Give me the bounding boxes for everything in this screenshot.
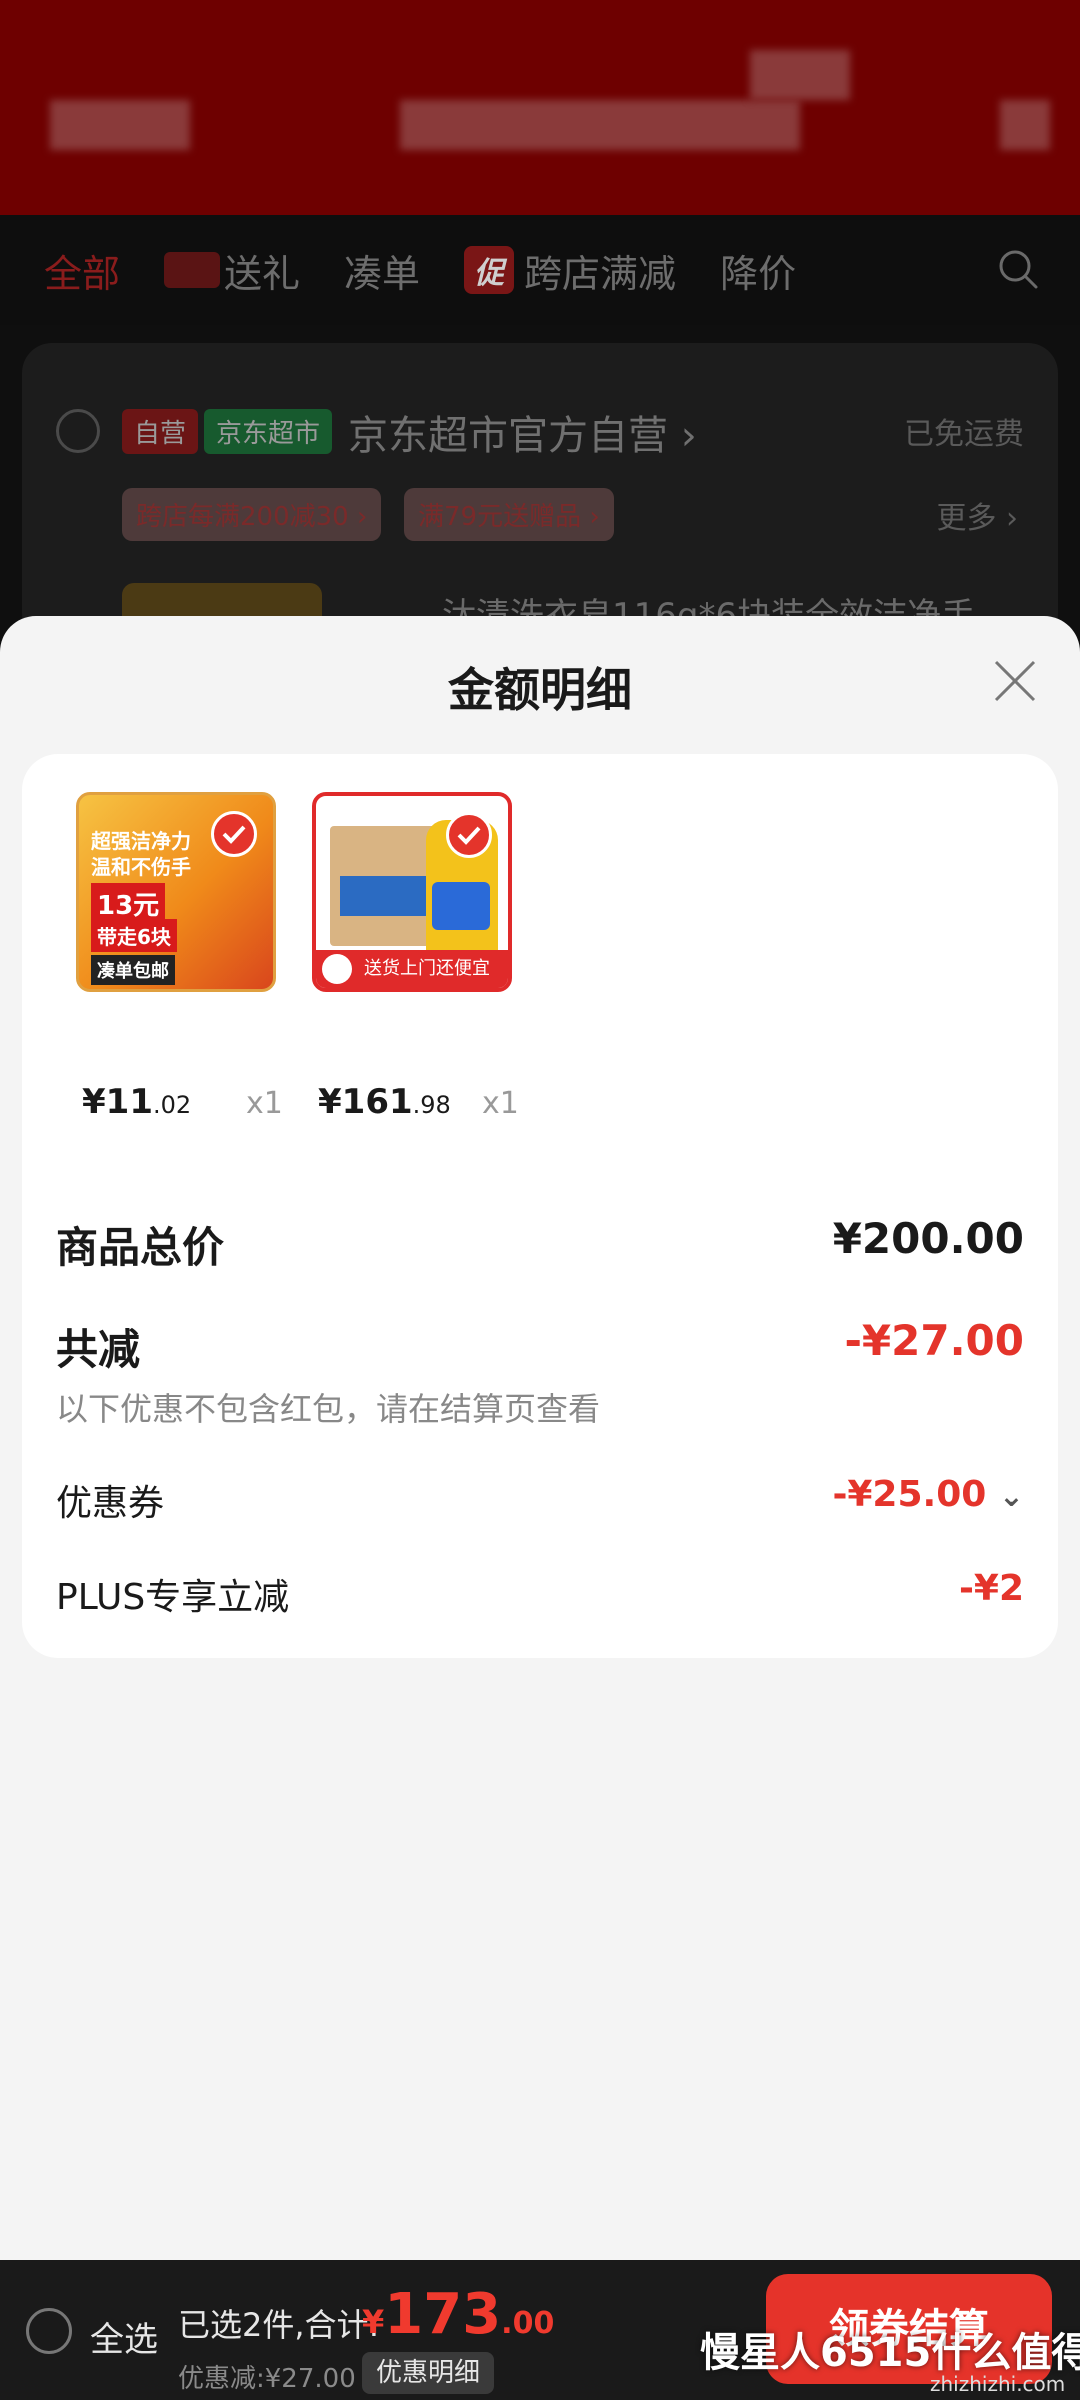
- image-text: 超强洁净力: [91, 829, 191, 853]
- blurred-block: [50, 100, 190, 150]
- total-amount: ¥173.00: [362, 2282, 555, 2347]
- coupon-value: -¥25.00 ⌄: [832, 1474, 1024, 1515]
- filter-tabs: 全部 送礼 凑单 促跨店满减 降价: [0, 215, 1080, 325]
- image-text: 13元: [91, 883, 166, 924]
- promo-tag-gift[interactable]: 满79元送赠品 ›: [404, 488, 614, 541]
- sheet-title: 金额明细: [448, 663, 632, 717]
- tab-bundle[interactable]: 凑单: [344, 243, 420, 298]
- select-all-radio[interactable]: [26, 2308, 72, 2354]
- chevron-right-icon: ›: [680, 413, 697, 459]
- self-operated-tag: 自营: [122, 409, 199, 454]
- total-price-value: ¥200.00: [832, 1214, 1024, 1263]
- item-quantity: x1: [246, 1086, 283, 1121]
- plus-discount-value: -¥2: [958, 1568, 1024, 1609]
- total-reduction-value: -¥27.00: [844, 1316, 1024, 1365]
- top-banner: [0, 0, 1080, 215]
- discount-summary: 优惠减:¥27.00: [178, 2364, 356, 2394]
- total-reduction-label: 共减: [56, 1325, 141, 1374]
- chevron-down-icon: ⌄: [998, 1479, 1024, 1514]
- promo-badge: 促: [464, 246, 515, 294]
- watermark-url: zhizhizhi.com: [930, 2372, 1066, 2396]
- tab-gift[interactable]: 送礼: [164, 243, 300, 298]
- tab-label: 降价: [720, 251, 797, 296]
- tab-price-drop[interactable]: 降价: [720, 243, 796, 298]
- image-text: 带走6块: [91, 919, 177, 952]
- reduction-note: 以下优惠不包含红包，请在结算页查看: [56, 1390, 601, 1428]
- image-text: 送货上门还便宜: [364, 958, 490, 979]
- image-text: 凑单包邮: [91, 955, 175, 985]
- price-summary-card: 商品总价 ¥200.00 共减 -¥27.00 以下优惠不包含红包，请在结算页查…: [22, 1168, 1058, 1658]
- selected-summary: 已选2件,合计:: [178, 2306, 380, 2344]
- item-price: ¥11.02: [82, 1082, 192, 1122]
- tab-label: 凑单: [344, 251, 421, 296]
- tab-cross-store[interactable]: 促跨店满减: [464, 243, 676, 298]
- bottle-label-shape: [432, 882, 490, 930]
- supermarket-tag: 京东超市: [204, 409, 333, 454]
- blurred-block: [400, 100, 800, 150]
- amount-detail-sheet: 金额明细 超强洁净力 温和不伤手 13元 带走6块 凑单包邮 ¥11.02 x1: [0, 616, 1080, 2260]
- oil-product-image: 送货上门还便宜: [312, 792, 512, 992]
- promo-tag-cross-store[interactable]: 跨店每满200减30 ›: [122, 488, 382, 541]
- delivery-strip: 送货上门还便宜: [316, 950, 508, 988]
- item-quantity: x1: [482, 1086, 519, 1121]
- store-name-link[interactable]: 京东超市官方自营 ›: [348, 403, 697, 461]
- blurred-block: [750, 50, 850, 100]
- plus-discount-label: PLUS专享立减: [56, 1577, 290, 1618]
- soap-product-image: 超强洁净力 温和不伤手 13元 带走6块 凑单包邮: [76, 792, 276, 992]
- list-item[interactable]: 超强洁净力 温和不伤手 13元 带走6块 凑单包邮 ¥11.02 x1: [76, 792, 283, 1122]
- truck-icon: [322, 954, 352, 984]
- coupon-label: 优惠券: [56, 1483, 165, 1524]
- more-link[interactable]: 更多 ›: [936, 493, 1018, 537]
- free-shipping-label: 已免运费: [904, 417, 1024, 452]
- watermark: 慢星人6515什么值得买: [700, 2330, 1080, 2376]
- item-price: ¥161.98: [318, 1082, 451, 1122]
- close-icon[interactable]: [990, 656, 1040, 706]
- checkout-bar: 全选 已选2件,合计: ¥173.00 优惠减:¥27.00 优惠明细 领券结算…: [0, 2260, 1080, 2400]
- carton-label-shape: [340, 876, 436, 916]
- image-text: 温和不伤手: [91, 855, 191, 879]
- select-all-label[interactable]: 全选: [90, 2312, 158, 2361]
- tab-label: 送礼: [224, 251, 301, 296]
- check-icon: [446, 812, 492, 858]
- tab-label: 全部: [44, 251, 121, 296]
- tab-label: 跨店满减: [524, 251, 677, 296]
- store-name: 京东超市官方自营: [348, 413, 668, 459]
- blurred-block: [1000, 100, 1050, 150]
- store-card: 自营 京东超市 京东超市官方自营 › 已免运费 跨店每满200减30 › 满79…: [22, 343, 1058, 643]
- list-item[interactable]: 送货上门还便宜 ¥161.98 x1: [312, 792, 519, 1122]
- tab-all[interactable]: 全部: [44, 243, 120, 298]
- gift-box-icon: [164, 252, 221, 288]
- check-icon: [211, 811, 257, 857]
- total-price-label: 商品总价: [56, 1223, 225, 1272]
- store-select-radio[interactable]: [56, 409, 100, 453]
- search-icon[interactable]: [996, 247, 1040, 291]
- discount-detail-button[interactable]: 优惠明细: [362, 2352, 495, 2394]
